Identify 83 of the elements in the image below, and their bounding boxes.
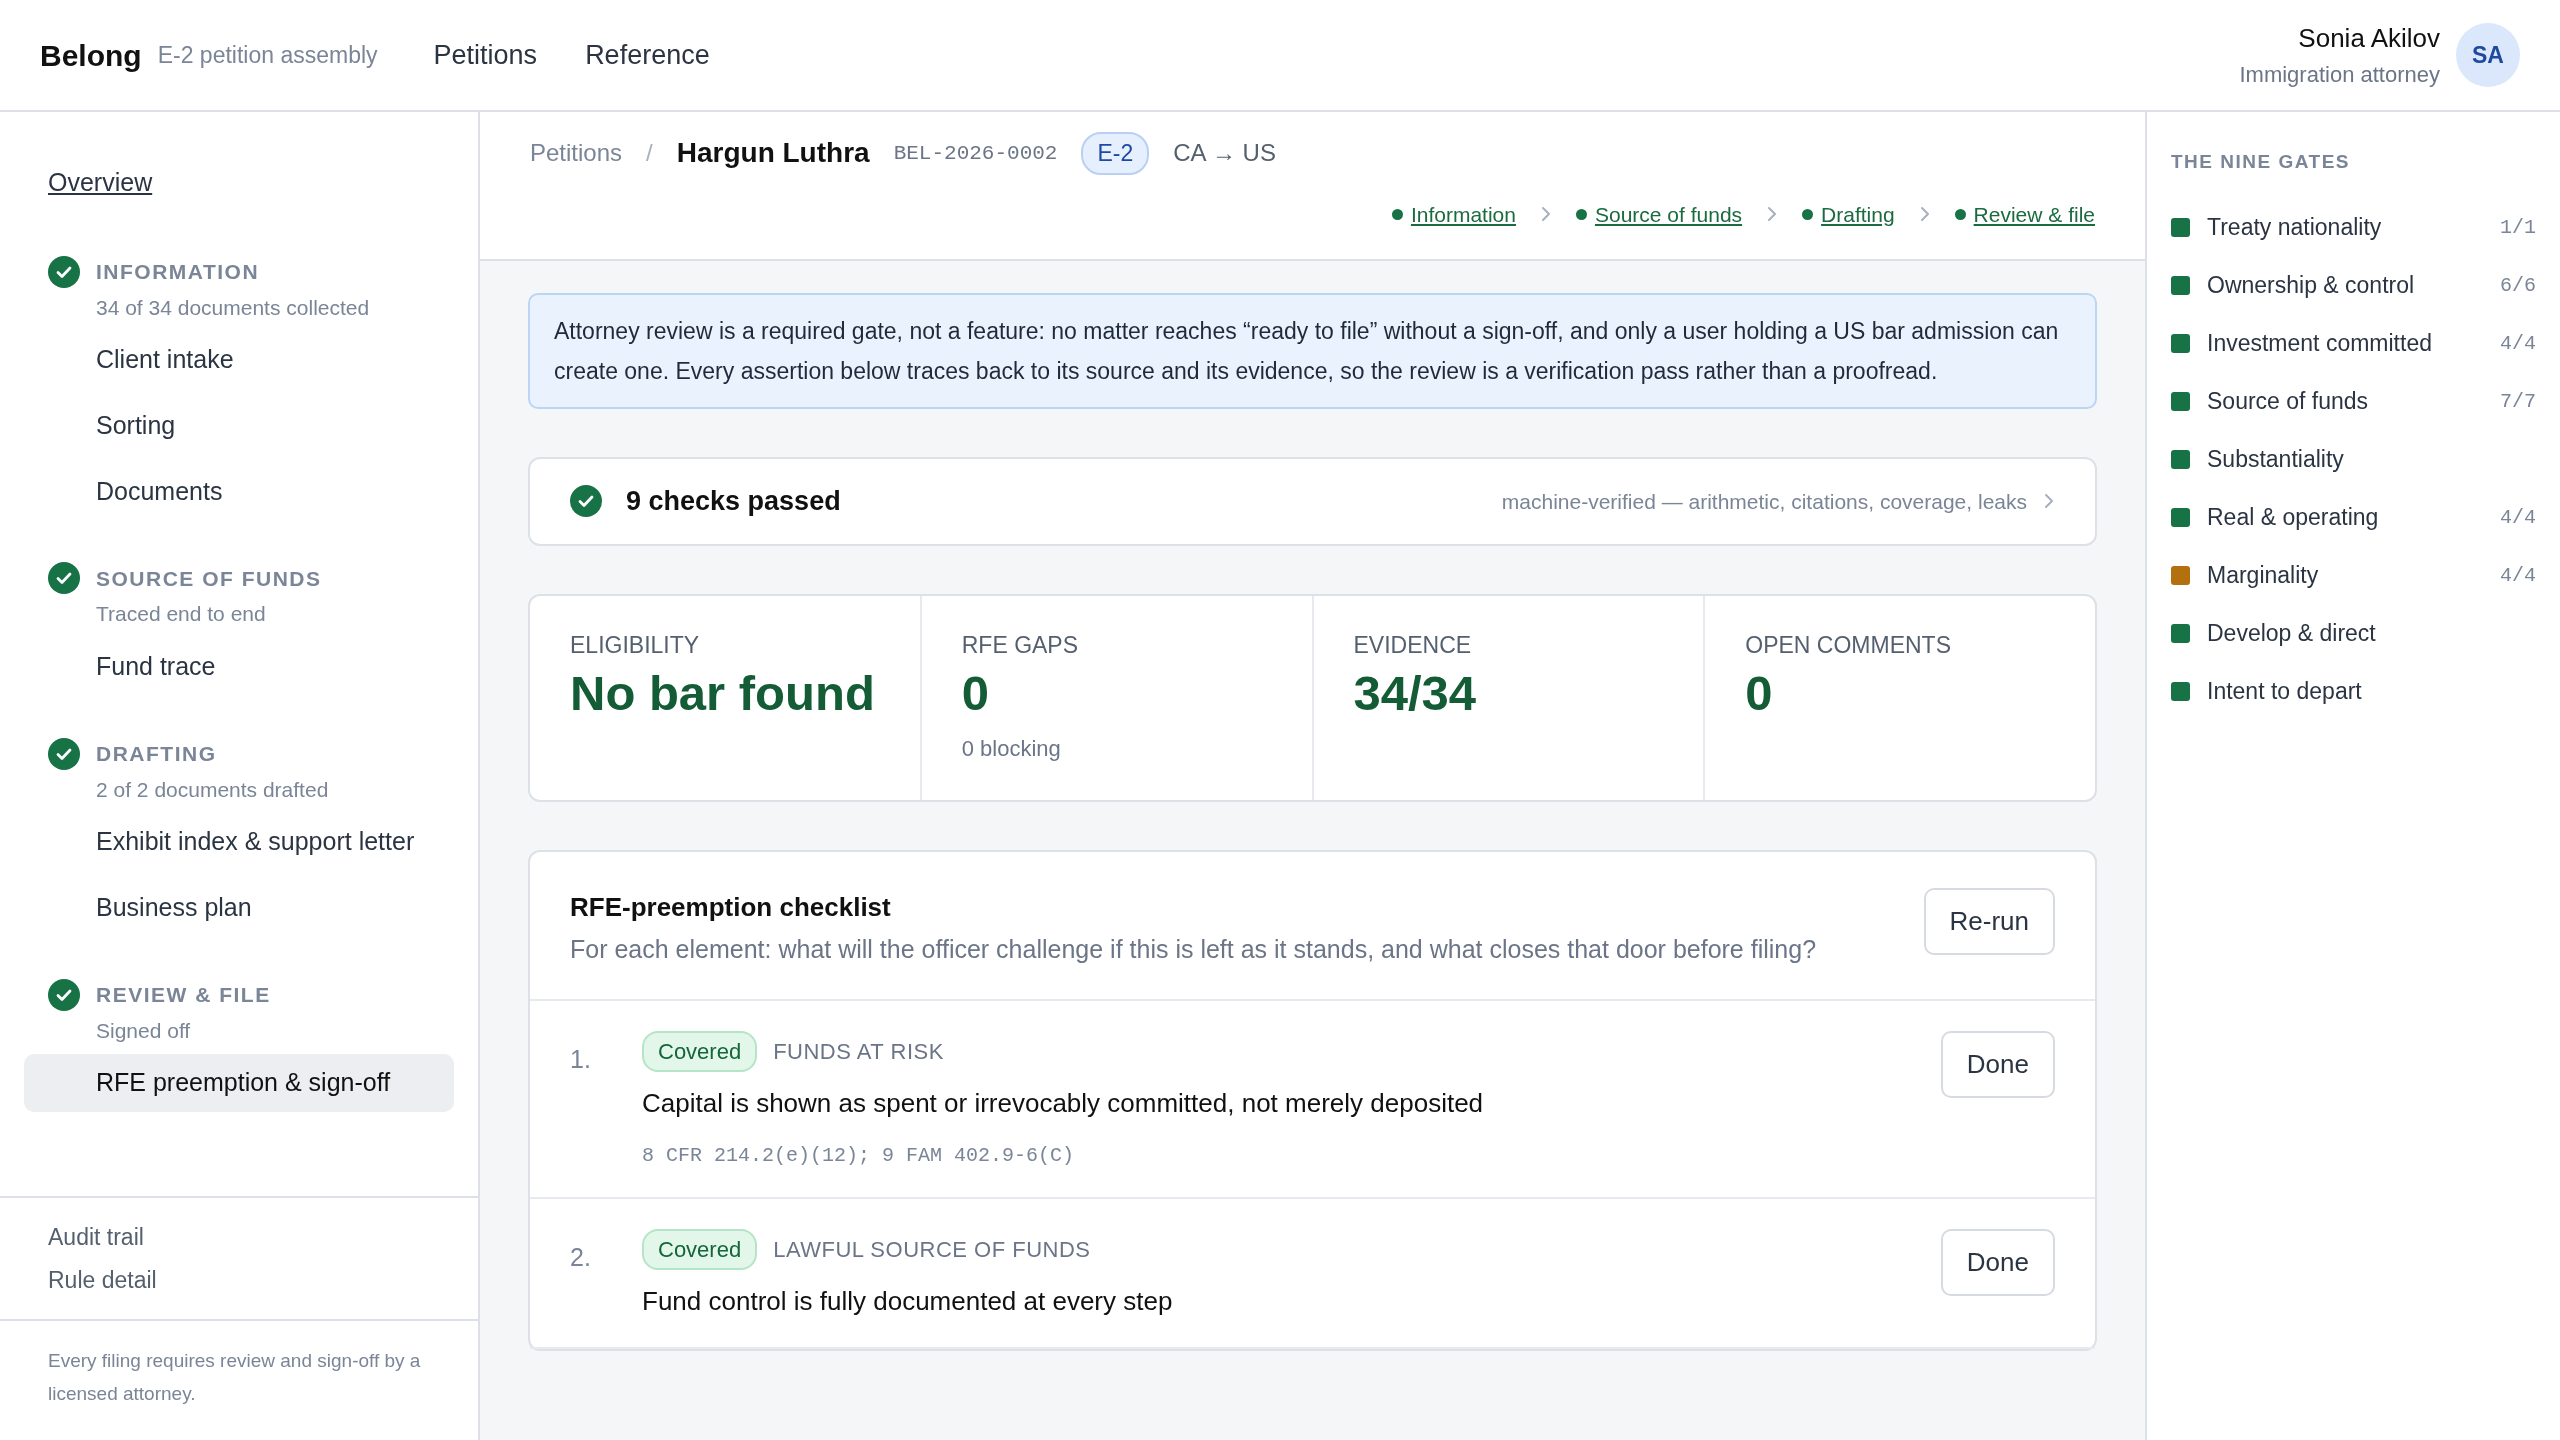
stat-value: 34/34 <box>1353 665 1477 722</box>
footer-note: Every filing requires review and sign-off by a licensed attorney. <box>0 1319 478 1440</box>
section-subtitle: Traced end to end <box>96 601 267 628</box>
done-button[interactable]: Done <box>1940 1228 2055 1296</box>
status-badge: Covered <box>642 1030 758 1072</box>
item-number: 2. <box>570 1241 592 1273</box>
gate-count: 4/4 <box>2500 562 2536 589</box>
nav-link[interactable]: Petitions <box>433 34 538 76</box>
sidebar-item[interactable]: Fund trace <box>24 637 454 696</box>
gate-count: 1/1 <box>2500 214 2536 241</box>
breadcrumb-separator: / <box>646 138 653 169</box>
chevron-icon <box>2043 493 2055 510</box>
checks-detail: machine-verified — arithmetic, citations, coverage, leaks <box>1501 488 2027 515</box>
user-avatar[interactable]: SA <box>2456 23 2520 87</box>
user-name: Sonia Akilov <box>2297 22 2440 55</box>
sidebar-item[interactable]: Business plan <box>24 878 454 937</box>
stat-value: No bar found <box>570 665 875 722</box>
panel-title: THE NINE GATES <box>2171 150 2351 174</box>
checks-summary-card[interactable]: 9 checks passed machine-verified — arithmetic, citations, coverage, leaks <box>528 457 2097 546</box>
sidebar-item[interactable]: Exhibit index & support letter <box>24 813 454 871</box>
gate-label: Marginality <box>2207 561 2319 591</box>
checklist-description: For each element: what will the officer challenge if this is left as it stands, and what closes that door before filing? <box>570 933 1818 965</box>
breadcrumb-link[interactable]: Petitions <box>530 135 623 172</box>
chevron-icon <box>1918 206 1931 223</box>
step-link[interactable]: Information <box>1410 198 1516 230</box>
gate-count: 6/6 <box>2500 272 2536 299</box>
item-number: 1. <box>570 1043 592 1075</box>
gate-label: Treaty nationality <box>2207 213 2382 243</box>
done-button[interactable]: Done <box>1940 1030 2055 1098</box>
sidebar-item[interactable]: Overview <box>24 152 177 214</box>
gate-label: Investment committed <box>2207 329 2432 359</box>
gate-label: Develop & direct <box>2207 619 2376 649</box>
user-role: Immigration attorney <box>2239 61 2440 89</box>
stat-label: OPEN COMMENTS <box>1745 630 1951 660</box>
stat-note: 0 blocking <box>961 734 1061 763</box>
chevron-icon <box>1540 206 1552 223</box>
section-subtitle: 34 of 34 documents collected <box>96 294 371 321</box>
section-title: DRAFTING <box>96 740 217 767</box>
sidebar-item[interactable]: RFE preemption & sign-off <box>24 1054 454 1112</box>
status-badge: Covered <box>642 1228 758 1270</box>
gate-count: 4/4 <box>2500 330 2536 357</box>
chevron-icon <box>1766 206 1779 223</box>
section-subtitle: Signed off <box>96 1017 192 1044</box>
stat-value: 0 <box>1745 665 1773 722</box>
rerun-button[interactable]: Re-run <box>1923 887 2055 955</box>
stat-label: ELIGIBILITY <box>570 630 700 660</box>
gate-count: 7/7 <box>2500 388 2536 415</box>
item-citation: 8 CFR 214.2(e)(12); 9 FAM 402.9-6(C) <box>642 1142 1076 1169</box>
section-subtitle: 2 of 2 documents drafted <box>96 776 330 803</box>
checklist-title: RFE-preemption checklist <box>570 890 892 924</box>
sidebar-item[interactable]: Client intake <box>24 331 454 389</box>
step-link[interactable]: Drafting <box>1821 198 1895 230</box>
stat-value: 0 <box>961 665 989 722</box>
gate-label: Substantiality <box>2207 445 2344 475</box>
section-title: SOURCE OF FUNDS <box>96 565 322 592</box>
item-text: Fund control is fully documented at every step <box>642 1284 1174 1318</box>
stat-label: EVIDENCE <box>1353 630 1472 660</box>
item-category: LAWFUL SOURCE OF FUNDS <box>773 1235 1091 1264</box>
gate-label: Intent to depart <box>2207 677 2362 707</box>
route-label: CA → US <box>1173 138 1276 169</box>
visa-tag: E-2 <box>1081 132 1150 175</box>
gate-label: Source of funds <box>2207 387 2369 417</box>
section-title: INFORMATION <box>96 258 260 285</box>
gate-count: 4/4 <box>2500 504 2536 531</box>
info-callout: Attorney review is a required gate, not a feature: no matter reaches “ready to file” without a sign-off, and only a user holding a US bar admission can create one. Every assertion below traces back to its source and its evidence, so the review is a verification pass rather than a proofread. <box>528 293 2097 409</box>
app-subtitle: E-2 petition assembly <box>157 40 378 70</box>
sidebar-item[interactable]: Documents <box>24 462 454 521</box>
app-name: Belong <box>40 37 142 74</box>
gate-label: Real & operating <box>2207 503 2379 533</box>
step-link[interactable]: Source of funds <box>1595 198 1743 230</box>
step-link[interactable]: Review & file <box>1973 198 2095 230</box>
item-category: FUNDS AT RISK <box>773 1037 944 1066</box>
gate-label: Ownership & control <box>2207 271 2415 301</box>
case-id: BEL-2026-0002 <box>893 140 1058 167</box>
item-text: Capital is shown as spent or irrevocably committed, not merely deposited <box>642 1086 1485 1120</box>
checks-title: 9 checks passed <box>626 485 841 518</box>
stat-label: RFE GAPS <box>961 630 1079 660</box>
footer-link[interactable]: Rule detail <box>48 1262 157 1298</box>
petitioner-name: Hargun Luthra <box>676 136 870 171</box>
section-title: REVIEW & FILE <box>96 981 271 1008</box>
sidebar-item[interactable]: Sorting <box>24 396 454 455</box>
nav-link[interactable]: Reference <box>585 34 710 76</box>
footer-link[interactable]: Audit trail <box>48 1220 144 1255</box>
